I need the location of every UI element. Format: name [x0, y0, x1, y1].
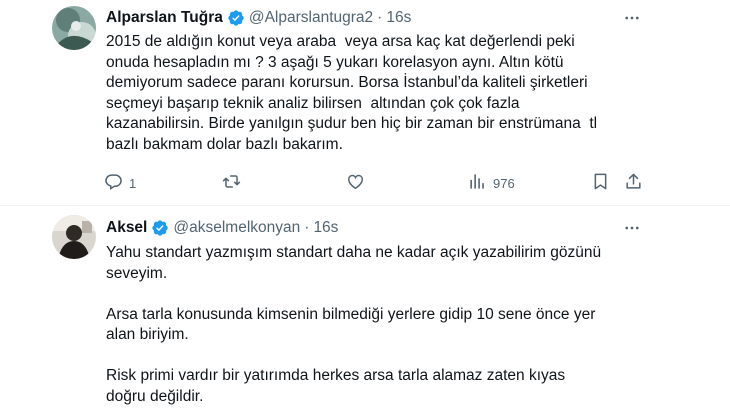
reply-button[interactable]: 1	[104, 170, 136, 196]
separator-dot: ·	[304, 219, 310, 236]
tweet-header: Alparslan Tuğra @Alparslantugra2 · 16s	[106, 8, 411, 28]
tweet[interactable]: Alparslan Tuğra @Alparslantugra2 · 16s 2…	[0, 0, 730, 206]
tweet-header: Aksel @akselmelkonyan · 16s	[106, 218, 338, 238]
retweet-icon	[222, 172, 241, 194]
verified-badge-icon	[151, 219, 169, 237]
separator-dot: ·	[377, 9, 383, 26]
views-icon	[468, 172, 487, 194]
bookmark-icon	[591, 172, 610, 194]
views-button[interactable]: 976	[468, 170, 515, 196]
timestamp[interactable]: 16s	[313, 218, 338, 238]
more-icon[interactable]	[622, 218, 642, 238]
author-name[interactable]: Aksel	[106, 218, 147, 238]
author-name[interactable]: Alparslan Tuğra	[106, 8, 223, 28]
author-handle[interactable]: @akselmelkonyan	[173, 218, 300, 238]
tweet[interactable]: Aksel @akselmelkonyan · 16s Yahu standar…	[0, 206, 730, 420]
more-icon[interactable]	[622, 8, 642, 28]
avatar[interactable]	[52, 215, 96, 259]
reply-icon	[104, 172, 123, 194]
author-handle[interactable]: @Alparslantugra2	[249, 8, 373, 28]
like-button[interactable]	[346, 170, 365, 196]
tweet-actions: 1 976	[100, 170, 645, 196]
share-button[interactable]	[624, 170, 643, 196]
verified-badge-icon	[227, 9, 245, 27]
view-count: 976	[493, 175, 515, 191]
retweet-button[interactable]	[222, 170, 241, 196]
timestamp[interactable]: 16s	[386, 8, 411, 28]
like-icon	[346, 172, 365, 194]
tweet-text: Yahu standart yazmışım standart daha ne …	[106, 244, 602, 405]
bookmark-button[interactable]	[591, 170, 610, 196]
avatar[interactable]	[52, 6, 96, 50]
tweet-text: 2015 de aldığın konut veya araba veya ar…	[106, 33, 602, 153]
share-icon	[624, 172, 643, 194]
reply-count: 1	[129, 175, 137, 191]
